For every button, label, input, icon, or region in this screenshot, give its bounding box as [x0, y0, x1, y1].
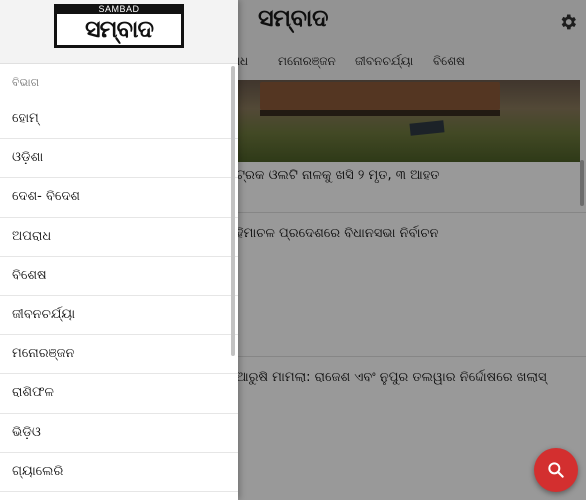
drawer-scrollbar[interactable]: [231, 66, 235, 356]
menu-item-label: ରାଶିଫଳ: [12, 385, 54, 401]
menu-item-label: ଭିଡ଼ିଓ: [12, 424, 41, 440]
menu-item-crime[interactable]: ଅପରାଧ: [0, 218, 238, 257]
logo-wordmark: ସମ୍ବାଦ: [54, 14, 184, 48]
menu-item-odisha[interactable]: ଓଡ଼ିଶା: [0, 139, 238, 179]
menu-item-home[interactable]: ହୋମ୍: [0, 100, 238, 140]
menu-item-horoscope[interactable]: ରାଶିଫଳ: [0, 374, 238, 414]
menu-item-label: ଅପରାଧ: [12, 228, 52, 244]
search-icon: [548, 462, 564, 478]
menu-item-label: ବିଶେଷ: [12, 267, 47, 283]
section-label: ବିଭାଗ: [12, 76, 40, 89]
drawer-menu: ହୋମ୍ ଓଡ଼ିଶା ଦେଶ- ବିଦେଶ ଅପରାଧ ବିଶେଷ ଜୀବନଚ…: [0, 100, 238, 492]
menu-item-label: ହୋମ୍: [12, 111, 39, 126]
navigation-drawer: SAMBAD ସମ୍ବାଦ ବିଭାଗ ହୋମ୍ ଓଡ଼ିଶା ଦେଶ- ବିଦ…: [0, 0, 238, 500]
menu-item-label: ଜୀବନଚର୍ଯ୍ୟା: [12, 306, 76, 322]
menu-item-video[interactable]: ଭିଡ଼ିଓ: [0, 414, 238, 453]
menu-item-label: ଗ୍ୟାଲେରି: [12, 463, 64, 479]
menu-item-lifestyle[interactable]: ଜୀବନଚର୍ଯ୍ୟା: [0, 296, 238, 336]
menu-item-label: ମନୋରଞ୍ଜନ: [12, 346, 75, 362]
menu-item-entertainment[interactable]: ମନୋରଞ୍ଜନ: [0, 335, 238, 375]
menu-item-label: ଦେଶ- ବିଦେଶ: [12, 189, 80, 205]
drawer-header: SAMBAD ସମ୍ବାଦ: [0, 0, 238, 64]
sambad-logo: SAMBAD ସମ୍ବାଦ: [54, 4, 184, 48]
menu-item-gallery[interactable]: ଗ୍ୟାଲେରି: [0, 453, 238, 492]
menu-item-special[interactable]: ବିଶେଷ: [0, 257, 238, 296]
search-button[interactable]: [534, 448, 578, 492]
menu-item-label: ଓଡ଼ିଶା: [12, 150, 44, 166]
menu-item-nation-world[interactable]: ଦେଶ- ବିଦେଶ: [0, 178, 238, 218]
